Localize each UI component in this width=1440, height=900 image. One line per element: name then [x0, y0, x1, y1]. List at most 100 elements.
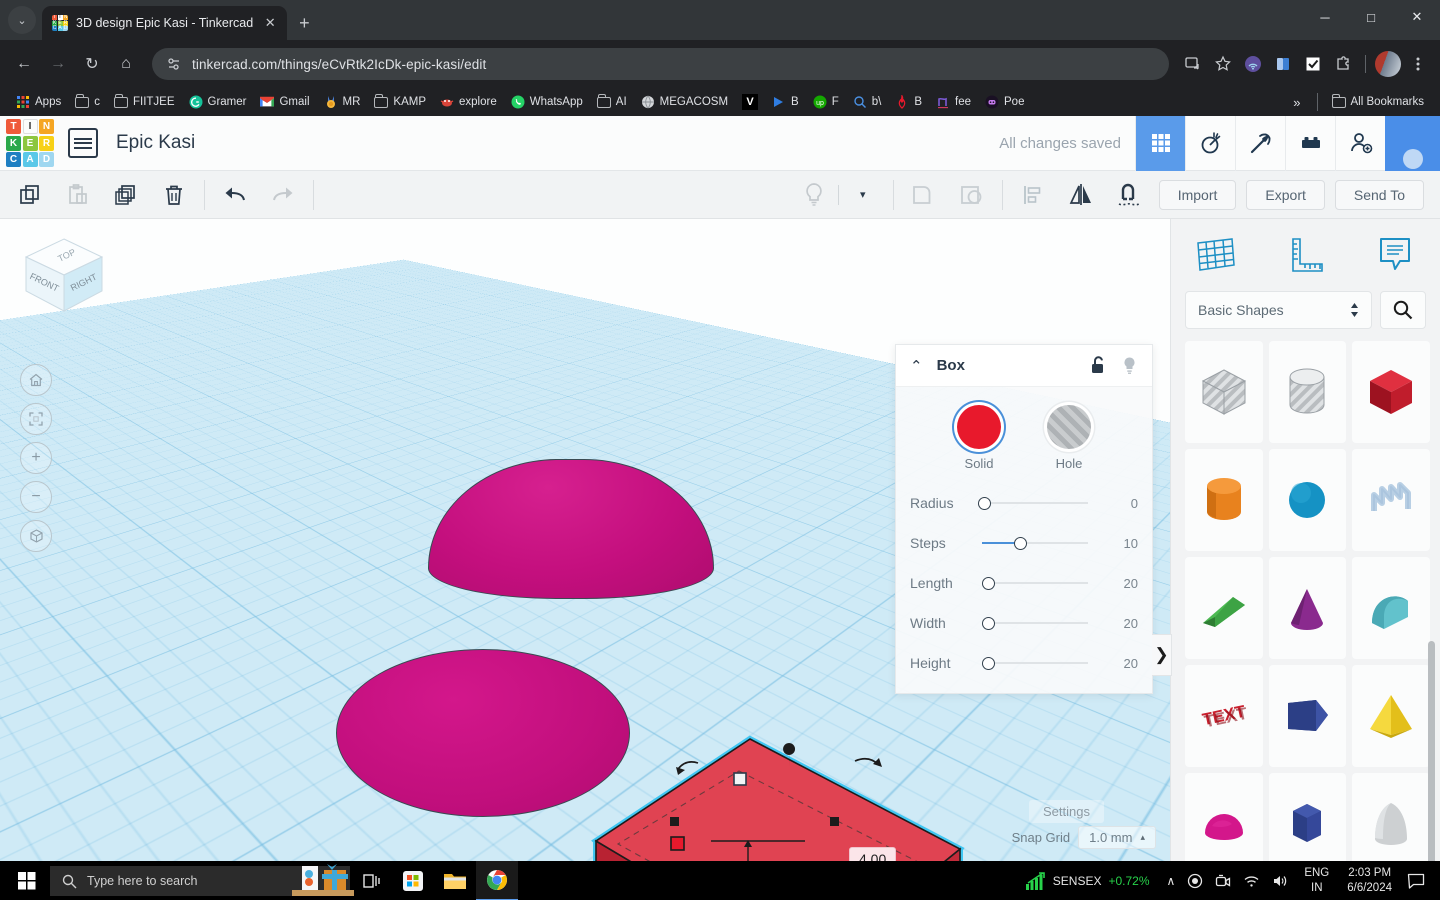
shape-roof[interactable] [1352, 557, 1430, 659]
close-tab-icon[interactable]: ✕ [261, 15, 279, 31]
microsoft-store-button[interactable] [392, 861, 434, 900]
home-button[interactable]: ⌂ [110, 48, 142, 80]
viewport-settings-button[interactable]: Settings [1029, 800, 1104, 823]
home-view-button[interactable] [20, 364, 52, 396]
snap-grid-select[interactable]: 1.0 mm ▴ [1078, 826, 1156, 849]
shape-half-sphere[interactable] [1185, 773, 1263, 861]
back-button[interactable]: ← [8, 48, 40, 80]
shape-paraboloid[interactable] [1352, 773, 1430, 861]
paste-button[interactable] [54, 171, 102, 219]
import-button[interactable]: Import [1158, 179, 1237, 210]
avatar[interactable] [1385, 115, 1440, 171]
view-cube[interactable]: TOP FRONT RIGHT [16, 233, 112, 323]
param-value[interactable]: 10 [1102, 536, 1138, 551]
ruler-tab[interactable] [1277, 229, 1333, 281]
undo-button[interactable] [211, 171, 259, 219]
reload-button[interactable]: ↻ [76, 48, 108, 80]
collapse-panel-button[interactable]: ❯ [1152, 634, 1172, 676]
bookmark-b-red[interactable]: B [889, 92, 928, 112]
bookmark-mr[interactable]: MR [318, 92, 367, 112]
notes-tab[interactable] [1367, 229, 1423, 281]
stock-widget[interactable]: SENSEX +0.72% [1016, 872, 1160, 890]
site-settings-icon[interactable] [166, 56, 182, 72]
param-value[interactable]: 20 [1102, 656, 1138, 671]
tray-overflow-button[interactable]: ∧ [1162, 874, 1181, 888]
all-bookmarks-button[interactable]: All Bookmarks [1326, 93, 1431, 111]
bookmark-v[interactable]: V [736, 91, 764, 113]
bookmark-apps[interactable]: Apps [10, 92, 67, 112]
bookmark-b-blue[interactable]: B [766, 92, 805, 112]
install-app-icon[interactable] [1179, 50, 1207, 78]
bookmark-star-icon[interactable] [1209, 50, 1237, 78]
delete-button[interactable] [150, 171, 198, 219]
dome-shape-2[interactable] [336, 649, 630, 817]
shape-cylinder[interactable] [1185, 449, 1263, 551]
search-input[interactable]: Type here to search [50, 864, 354, 896]
shape-sphere[interactable] [1268, 449, 1347, 551]
bookmark-f[interactable]: up F [807, 92, 845, 112]
param-value[interactable]: 20 [1102, 616, 1138, 631]
hole-mode-option[interactable]: Hole [1047, 405, 1091, 471]
param-value[interactable]: 20 [1102, 576, 1138, 591]
profile-avatar[interactable] [1374, 50, 1402, 78]
width-slider[interactable] [978, 614, 1102, 632]
shape-wedge[interactable] [1185, 557, 1263, 659]
box-shape-selected[interactable] [590, 731, 965, 861]
chrome-button[interactable] [476, 861, 518, 900]
length-slider[interactable] [978, 574, 1102, 592]
shape-category-select[interactable]: Basic Shapes [1185, 291, 1372, 329]
light-dropdown-button[interactable]: ▾ [839, 171, 887, 219]
hole-swatch[interactable] [1047, 405, 1091, 449]
fit-to-view-button[interactable] [20, 403, 52, 435]
extensions-puzzle-icon[interactable] [1329, 50, 1357, 78]
group-button[interactable] [900, 171, 948, 219]
magnet-button[interactable] [1105, 171, 1153, 219]
light-button[interactable] [790, 171, 838, 219]
shape-pyramid[interactable] [1352, 665, 1430, 767]
blocks-button[interactable] [1285, 115, 1335, 171]
shape-cylinder-hole[interactable] [1268, 341, 1347, 443]
send-to-button[interactable]: Send To [1334, 179, 1424, 210]
address-bar[interactable]: tinkercad.com/things/eCvRtk2IcDk-epic-ka… [152, 48, 1169, 80]
tab-search-button[interactable]: ⌄ [8, 6, 36, 34]
browser-tab[interactable]: TIN KER CAD 3D design Epic Kasi - Tinker… [42, 6, 288, 40]
shape-search-button[interactable] [1380, 291, 1426, 329]
codeblocks-button[interactable] [1185, 115, 1235, 171]
bookmark-gmail[interactable]: Gmail [254, 93, 315, 111]
wifi-icon[interactable] [1238, 873, 1265, 889]
workplane-tab[interactable] [1188, 229, 1244, 281]
ortho-perspective-button[interactable] [20, 520, 52, 552]
shapes-scrollbar[interactable] [1428, 341, 1438, 861]
maximize-button[interactable]: □ [1348, 0, 1394, 34]
height-slider[interactable] [978, 654, 1102, 672]
clock[interactable]: 2:03 PM 6/6/2024 [1339, 866, 1400, 896]
ungroup-button[interactable] [948, 171, 996, 219]
export-button[interactable]: Export [1246, 179, 1325, 210]
bookmark-c[interactable]: c [69, 93, 106, 111]
bookmark-b-search[interactable]: b\ [847, 92, 888, 112]
lightbulb-icon[interactable] [1121, 356, 1138, 375]
solid-mode-option[interactable]: Solid [957, 405, 1001, 471]
bookmark-explore[interactable]: explore [434, 92, 503, 112]
zoom-in-button[interactable]: + [20, 442, 52, 474]
bookmarks-overflow-button[interactable]: » [1285, 95, 1308, 110]
new-tab-button[interactable]: + [299, 14, 310, 32]
invite-button[interactable] [1335, 115, 1385, 171]
project-list-icon[interactable] [68, 128, 98, 158]
param-value[interactable]: 0 [1102, 496, 1138, 511]
camera-icon[interactable] [1210, 873, 1236, 889]
shape-hexagon[interactable] [1268, 773, 1347, 861]
dimension-label[interactable]: 4.00 [849, 847, 897, 861]
language-indicator[interactable]: ENG IN [1296, 866, 1337, 896]
bookmark-ai[interactable]: AI [591, 93, 633, 111]
shape-round-roof[interactable] [1268, 665, 1347, 767]
solid-color-swatch[interactable] [957, 405, 1001, 449]
shape-scribble[interactable] [1352, 449, 1430, 551]
record-icon[interactable] [1182, 873, 1208, 889]
shape-text[interactable]: TEXT TEXT [1185, 665, 1263, 767]
pickaxe-button[interactable] [1235, 115, 1285, 171]
redo-button[interactable] [259, 171, 307, 219]
bookmark-megacosm[interactable]: MEGACOSM [635, 92, 734, 112]
copy-button[interactable] [6, 171, 54, 219]
extension-check-icon[interactable] [1299, 50, 1327, 78]
